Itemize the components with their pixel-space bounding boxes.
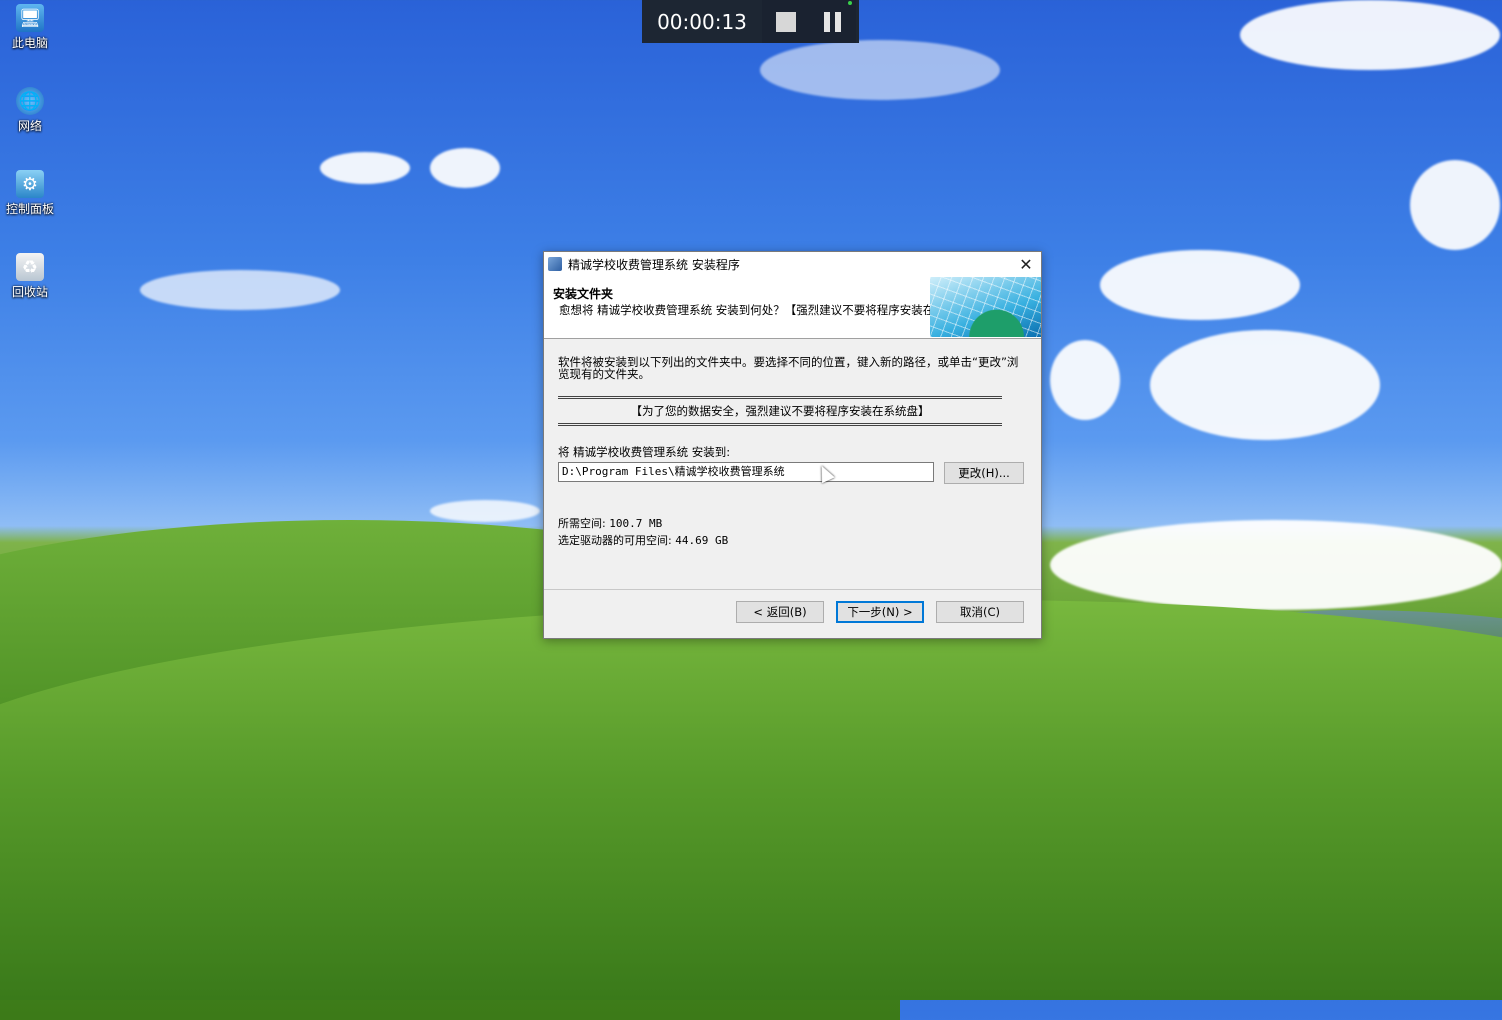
next-button[interactable]: 下一步(N) > (836, 601, 924, 623)
pause-icon (824, 11, 841, 32)
desktop-icon-label: 控制面板 (5, 202, 54, 216)
installer-app-icon (548, 257, 562, 271)
desktop-icon-label: 网络 (17, 119, 42, 133)
computer-icon: 🖥 (16, 4, 44, 32)
desktop-icon-label: 此电脑 (11, 36, 48, 50)
screen-recorder-bar: 00:00:13 (642, 0, 859, 43)
dialog-header: 安装文件夹 愈想将 精诚学校收费管理系统 安装到何处？【强烈建议不要将程序安装在… (544, 276, 1041, 339)
recording-timer: 00:00:13 (657, 9, 747, 34)
control-panel-icon: ⚙ (16, 170, 44, 198)
desktop-icon-control-panel[interactable]: ⚙ 控制面板 (4, 170, 56, 217)
available-space-label: 选定驱动器的可用空间: (558, 534, 672, 547)
install-to-label: 将 精诚学校收费管理系统 安装到: (558, 445, 731, 459)
desktop-icon-this-pc[interactable]: 🖥 此电脑 (4, 4, 56, 51)
desktop-icon-label: 回收站 (11, 285, 48, 299)
description-text: 软件将被安装到以下列出的文件夹中。要选择不同的位置，键入新的路径，或单击“更改”… (558, 355, 1019, 381)
dialog-title: 精诚学校收费管理系统 安装程序 (568, 257, 740, 272)
desktop-icon-recycle-bin[interactable]: ♻ 回收站 (4, 253, 56, 300)
header-banner-image (930, 277, 1041, 337)
required-space-label: 所需空间: (558, 517, 606, 530)
recording-status-dot (848, 1, 852, 5)
header-subtitle: 愈想将 精诚学校收费管理系统 安装到何处？【强烈建议不要将程序安装在系统盘】 (559, 303, 981, 317)
footer-divider (544, 589, 1041, 590)
network-icon: 🌐 (16, 87, 44, 115)
back-button[interactable]: < 返回(B) (736, 601, 824, 623)
required-space-value: 100.7 MB (609, 517, 663, 530)
close-button[interactable]: ✕ (1011, 252, 1041, 276)
pause-recording-button[interactable] (809, 0, 856, 43)
recycle-bin-icon: ♻ (16, 253, 44, 281)
space-info: 所需空间: 100.7 MB 选定驱动器的可用空间: 44.69 GB (558, 515, 728, 549)
install-path-field[interactable]: D:\Program Files\精诚学校收费管理系统 (558, 462, 934, 482)
warning-text: 【为了您的数据安全，强烈建议不要将程序安装在系统盘】 (630, 404, 930, 418)
stop-recording-button[interactable] (762, 0, 809, 43)
change-folder-button[interactable]: 更改(H)... (944, 462, 1024, 484)
installer-dialog: 精诚学校收费管理系统 安装程序 ✕ 安装文件夹 愈想将 精诚学校收费管理系统 安… (543, 251, 1042, 639)
stop-icon (775, 11, 796, 32)
available-space-value: 44.69 GB (675, 534, 729, 547)
cancel-button[interactable]: 取消(C) (936, 601, 1024, 623)
dialog-titlebar[interactable]: 精诚学校收费管理系统 安装程序 ✕ (544, 252, 1041, 276)
header-title: 安装文件夹 (553, 287, 614, 301)
close-icon: ✕ (1019, 254, 1033, 274)
warning-box: 【为了您的数据安全，强烈建议不要将程序安装在系统盘】 (558, 396, 1002, 426)
desktop-icon-network[interactable]: 🌐 网络 (4, 87, 56, 134)
